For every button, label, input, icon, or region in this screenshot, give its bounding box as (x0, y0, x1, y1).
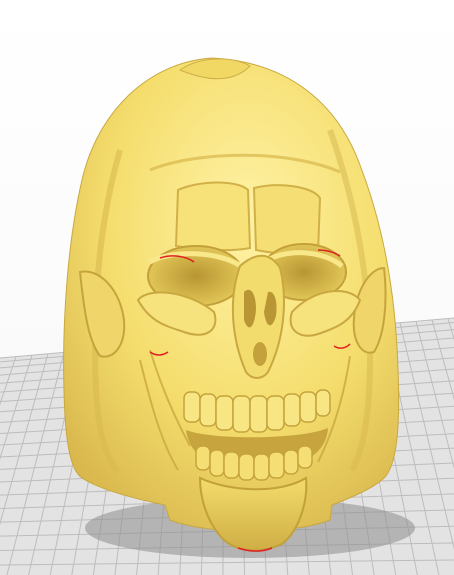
forehead-left-plate (174, 181, 252, 252)
skull-model-icon[interactable] (63, 57, 400, 552)
3d-viewport[interactable] (0, 0, 454, 575)
viewport-canvas[interactable] (0, 0, 454, 575)
